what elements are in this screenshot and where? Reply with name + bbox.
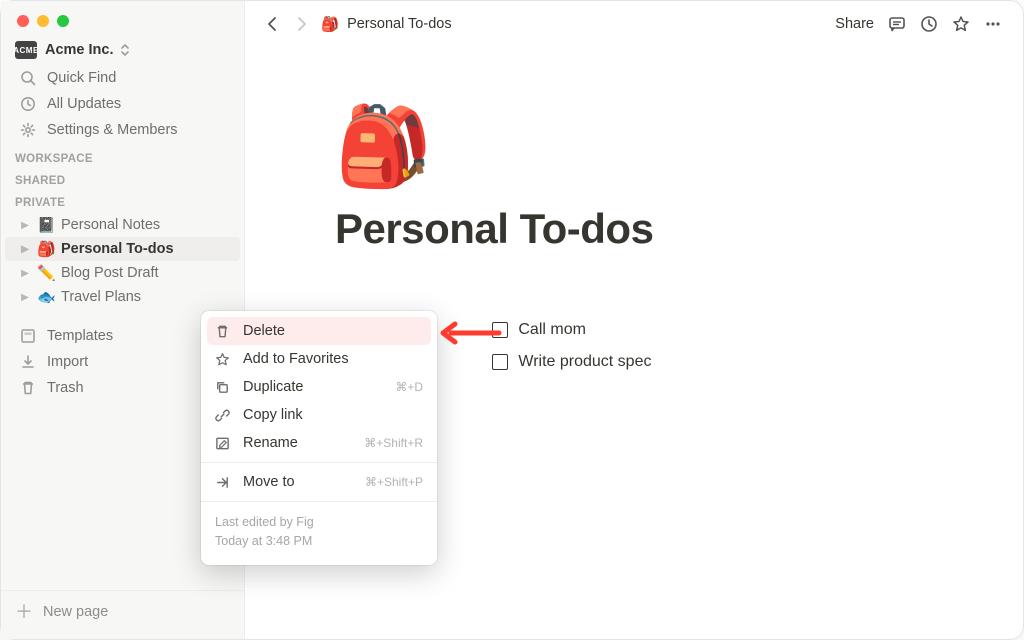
workspace-name: Acme Inc. bbox=[45, 42, 114, 58]
plus-icon: ＋ bbox=[15, 603, 33, 621]
page-emoji: 🐟 bbox=[37, 288, 55, 306]
all-updates-button[interactable]: All Updates bbox=[5, 92, 240, 116]
ctx-shortcut: ⌘+Shift+R bbox=[364, 436, 423, 450]
app-window: ACME Acme Inc. Quick Find All Updates Se… bbox=[0, 0, 1024, 640]
breadcrumb-label: Personal To-dos bbox=[347, 16, 452, 32]
ctx-label: Add to Favorites bbox=[243, 351, 349, 367]
ctx-duplicate[interactable]: Duplicate ⌘+D bbox=[201, 373, 437, 401]
nav-back-button[interactable] bbox=[259, 12, 287, 36]
ctx-meta: Last edited by Fig Today at 3:48 PM bbox=[201, 507, 437, 559]
favorite-icon[interactable] bbox=[945, 11, 977, 37]
updates-icon[interactable] bbox=[913, 11, 945, 37]
ctx-label: Delete bbox=[243, 323, 285, 339]
todo-column-right: Call mom Write product spec bbox=[492, 321, 651, 373]
page-item-travel-plans[interactable]: ▶ 🐟 Travel Plans bbox=[5, 285, 240, 309]
ctx-label: Move to bbox=[243, 474, 295, 490]
new-page-button[interactable]: ＋ New page bbox=[1, 590, 244, 635]
chevron-right-icon[interactable]: ▶ bbox=[19, 244, 31, 255]
templates-icon bbox=[19, 328, 37, 344]
gear-icon bbox=[19, 122, 37, 138]
ctx-label: Copy link bbox=[243, 407, 303, 423]
section-private: PRIVATE bbox=[1, 191, 244, 213]
trash-icon bbox=[215, 324, 233, 339]
window-controls bbox=[1, 1, 244, 33]
breadcrumb[interactable]: 🎒 Personal To-dos bbox=[321, 16, 452, 33]
comments-icon[interactable] bbox=[881, 11, 913, 37]
chevron-updown-icon bbox=[120, 43, 130, 57]
annotation-arrow bbox=[441, 321, 501, 345]
page-emoji: ✏️ bbox=[37, 264, 55, 282]
page-item-personal-notes[interactable]: ▶ 📓 Personal Notes bbox=[5, 213, 240, 237]
settings-button[interactable]: Settings & Members bbox=[5, 118, 240, 142]
page-emoji: 📓 bbox=[37, 216, 55, 234]
workspace-badge: ACME bbox=[15, 41, 37, 59]
trash-label: Trash bbox=[47, 380, 84, 396]
ctx-label: Rename bbox=[243, 435, 298, 451]
clock-icon bbox=[19, 96, 37, 112]
page-item-personal-todos[interactable]: ▶ 🎒 Personal To-dos bbox=[5, 237, 240, 261]
page-label: Travel Plans bbox=[61, 289, 141, 305]
quick-find-label: Quick Find bbox=[47, 70, 116, 86]
checkbox[interactable] bbox=[492, 354, 508, 370]
section-workspace: WORKSPACE bbox=[1, 143, 244, 169]
all-updates-label: All Updates bbox=[47, 96, 121, 112]
chevron-right-icon[interactable]: ▶ bbox=[19, 268, 31, 279]
chevron-right-icon[interactable]: ▶ bbox=[19, 292, 31, 303]
templates-label: Templates bbox=[47, 328, 113, 344]
more-icon[interactable] bbox=[977, 11, 1009, 37]
search-icon bbox=[19, 70, 37, 86]
page-label: Personal To-dos bbox=[61, 241, 174, 257]
page-item-blog-post-draft[interactable]: ▶ ✏️ Blog Post Draft bbox=[5, 261, 240, 285]
page-label: Personal Notes bbox=[61, 217, 160, 233]
new-page-label: New page bbox=[43, 604, 108, 620]
page-emoji: 🎒 bbox=[37, 240, 55, 258]
ctx-separator bbox=[201, 462, 437, 463]
minimize-window-button[interactable] bbox=[37, 15, 49, 27]
todo-text: Write product spec bbox=[518, 353, 651, 371]
star-icon bbox=[215, 352, 233, 367]
import-label: Import bbox=[47, 354, 88, 370]
chevron-right-icon[interactable]: ▶ bbox=[19, 220, 31, 231]
page-label: Blog Post Draft bbox=[61, 265, 159, 281]
duplicate-icon bbox=[215, 380, 233, 395]
ctx-move-to[interactable]: Move to ⌘+Shift+P bbox=[201, 468, 437, 496]
todo-item[interactable]: Write product spec bbox=[492, 353, 651, 371]
ctx-meta-line: Last edited by Fig bbox=[215, 513, 423, 532]
section-shared: SHARED bbox=[1, 169, 244, 191]
context-menu: Delete Add to Favorites Duplicate ⌘+D Co… bbox=[201, 311, 437, 565]
ctx-shortcut: ⌘+Shift+P bbox=[365, 475, 423, 489]
page-title[interactable]: Personal To-dos bbox=[335, 205, 933, 253]
topbar: 🎒 Personal To-dos Share bbox=[245, 1, 1023, 47]
ctx-separator bbox=[201, 501, 437, 502]
link-icon bbox=[215, 408, 233, 423]
nav-forward-button[interactable] bbox=[287, 12, 315, 36]
ctx-delete[interactable]: Delete bbox=[207, 317, 431, 345]
ctx-rename[interactable]: Rename ⌘+Shift+R bbox=[201, 429, 437, 457]
close-window-button[interactable] bbox=[17, 15, 29, 27]
quick-find-button[interactable]: Quick Find bbox=[5, 66, 240, 90]
share-button[interactable]: Share bbox=[828, 12, 881, 36]
page-icon[interactable]: 🎒 bbox=[335, 107, 933, 185]
ctx-label: Duplicate bbox=[243, 379, 303, 395]
zoom-window-button[interactable] bbox=[57, 15, 69, 27]
settings-label: Settings & Members bbox=[47, 122, 178, 138]
workspace-switcher[interactable]: ACME Acme Inc. bbox=[1, 33, 244, 65]
ctx-add-favorites[interactable]: Add to Favorites bbox=[201, 345, 437, 373]
trash-icon bbox=[19, 380, 37, 396]
ctx-copy-link[interactable]: Copy link bbox=[201, 401, 437, 429]
ctx-shortcut: ⌘+D bbox=[395, 380, 423, 394]
import-icon bbox=[19, 354, 37, 370]
todo-item[interactable]: Call mom bbox=[492, 321, 651, 339]
rename-icon bbox=[215, 436, 233, 451]
ctx-meta-line: Today at 3:48 PM bbox=[215, 532, 423, 551]
todo-text: Call mom bbox=[518, 321, 586, 339]
move-icon bbox=[215, 475, 233, 490]
breadcrumb-emoji: 🎒 bbox=[321, 16, 339, 33]
